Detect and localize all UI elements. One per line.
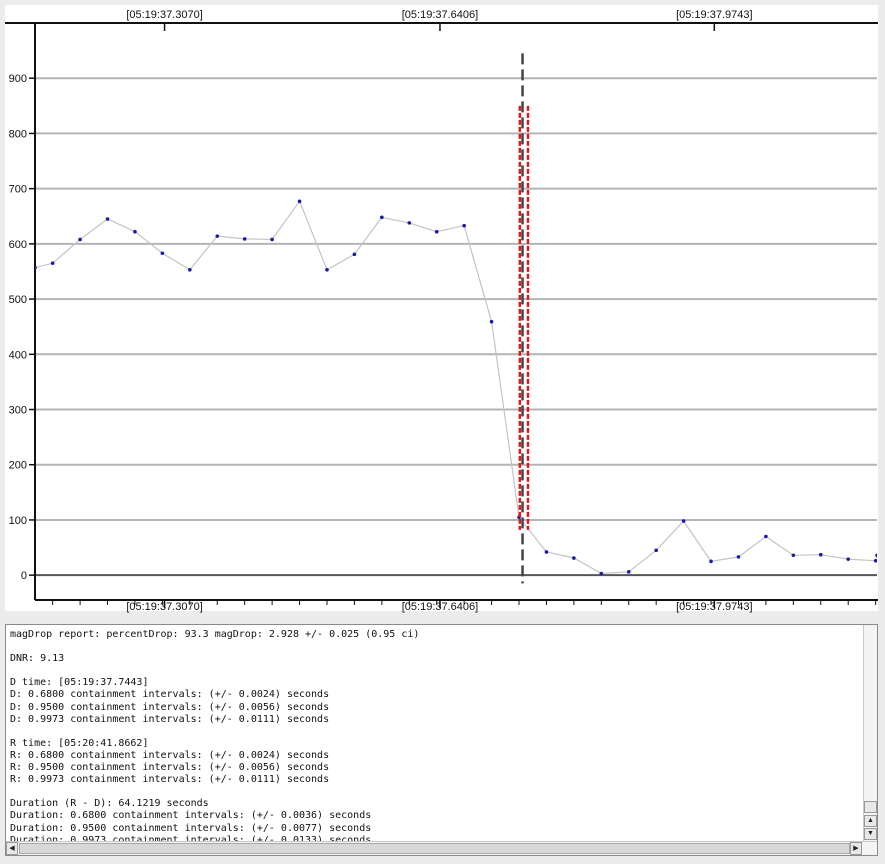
data-point	[434, 229, 439, 234]
data-point	[325, 268, 329, 272]
data-point	[270, 237, 274, 242]
x-bottom-tick-label: [05:19:37.9743]	[676, 601, 752, 613]
scroll-left-button[interactable]: ◀	[6, 842, 18, 855]
data-point	[654, 548, 658, 553]
data-point	[818, 552, 823, 557]
report-line: DNR: 9.13	[10, 653, 65, 665]
data-point	[297, 199, 302, 204]
vertical-scrollbar[interactable]: ▲ ▼	[863, 625, 877, 841]
report-line: R time: [05:20:41.8662]	[10, 737, 149, 749]
y-tick-label: 100	[9, 515, 27, 527]
y-tick-label: 300	[9, 405, 27, 417]
data-point	[380, 215, 384, 220]
data-point	[50, 261, 55, 265]
light-curve-chart: 0 100 200 300 400 500 600 700 800 900 [05:19:37.30…	[0, 0, 885, 615]
report-line: R: 0.9500 containment intervals: (+/- 0.…	[10, 762, 330, 774]
x-bottom-tick-label: [05:19:37.6406]	[402, 601, 478, 613]
y-tick-label: 500	[9, 294, 27, 306]
data-point	[736, 555, 741, 559]
scroll-thumb-cap[interactable]	[864, 801, 877, 813]
report-line	[10, 786, 860, 798]
data-point	[709, 559, 713, 564]
report-panel: magDrop report: percentDrop: 93.3 magDro…	[5, 624, 878, 856]
data-point	[544, 550, 549, 554]
data-point	[160, 251, 165, 256]
data-point	[242, 237, 247, 241]
report-line: D: 0.9500 containment intervals: (+/- 0.…	[10, 701, 330, 713]
x-top-tick-label: [05:19:37.6406]	[402, 9, 478, 21]
data-point	[489, 319, 494, 324]
report-text[interactable]: magDrop report: percentDrop: 93.3 magDro…	[10, 629, 860, 841]
data-point	[462, 223, 466, 228]
data-point	[626, 570, 631, 574]
y-tick-label: 700	[9, 184, 27, 196]
data-point	[599, 571, 604, 576]
report-line: D time: [05:19:37.7443]	[10, 677, 149, 689]
scroll-up-button[interactable]: ▲	[864, 815, 877, 827]
report-line: Duration (R - D): 64.1219 seconds	[10, 798, 209, 810]
data-point	[873, 558, 877, 563]
data-point	[188, 268, 192, 272]
x-top-tick-label: [05:19:37.3070]	[126, 9, 202, 21]
report-line	[10, 665, 860, 677]
y-tick-label: 800	[9, 128, 27, 140]
data-point	[681, 519, 686, 523]
report-line: R: 0.6800 containment intervals: (+/- 0.…	[10, 749, 330, 761]
horizontal-scroll-thumb[interactable]	[19, 843, 850, 854]
x-bottom-tick-label: [05:19:37.3070]	[126, 601, 202, 613]
horizontal-scrollbar[interactable]: ◀ ▶	[6, 841, 877, 855]
x-top-tick-label: [05:19:37.9743]	[676, 9, 752, 21]
report-line: R: 0.9973 containment intervals: (+/- 0.…	[10, 774, 330, 786]
data-point	[352, 252, 357, 257]
data-point	[572, 556, 576, 560]
y-tick-label: 900	[9, 73, 27, 85]
data-point	[764, 534, 768, 539]
data-point	[215, 234, 220, 238]
data-point	[78, 237, 82, 242]
y-tick-label: 0	[21, 570, 27, 582]
report-line	[10, 641, 860, 653]
report-line: D: 0.6800 containment intervals: (+/- 0.…	[10, 689, 330, 701]
data-point	[846, 557, 851, 561]
scroll-right-button[interactable]: ▶	[850, 842, 862, 855]
report-line: Duration: 0.6800 containment intervals: …	[10, 810, 372, 822]
report-line: D: 0.9973 containment intervals: (+/- 0.…	[10, 713, 330, 725]
y-tick-label: 200	[9, 460, 27, 472]
chart-svg: 0 100 200 300 400 500 600 700 800 900 [05:19:37.30…	[0, 0, 885, 615]
data-point	[791, 553, 796, 558]
data-point	[105, 217, 110, 221]
report-line: Duration: 0.9500 containment intervals: …	[10, 822, 372, 834]
y-tick-label: 600	[9, 239, 27, 251]
data-point	[133, 229, 137, 234]
report-line	[10, 726, 860, 738]
scroll-down-button[interactable]: ▼	[864, 828, 877, 840]
y-tick-label: 400	[9, 349, 27, 361]
data-point	[407, 221, 412, 225]
report-line: magDrop report: percentDrop: 93.3 magDro…	[10, 629, 420, 640]
